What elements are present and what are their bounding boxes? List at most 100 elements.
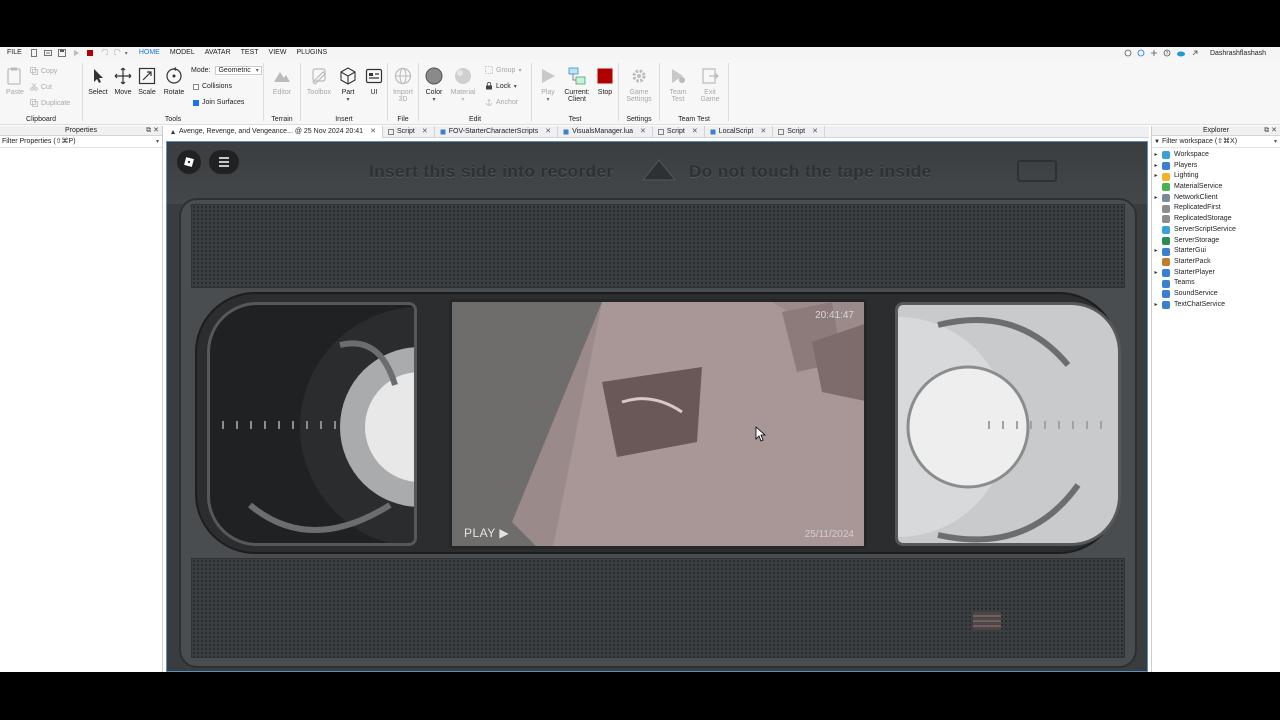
collisions-checkbox[interactable] — [193, 83, 199, 90]
explorer-item[interactable]: Teams — [1152, 278, 1280, 289]
rotate-button[interactable]: Rotate — [162, 67, 186, 96]
user-name[interactable]: Dashrashflashash — [1210, 50, 1266, 57]
explorer-item[interactable]: SoundService — [1152, 289, 1280, 300]
stop-quick-icon[interactable] — [86, 49, 94, 57]
collisions-toggle[interactable]: Collisions — [193, 83, 232, 90]
play-button[interactable]: Play ▾ — [536, 67, 560, 103]
anchor-button[interactable]: Anchor — [485, 98, 518, 106]
color-button[interactable]: Color ▾ — [423, 67, 445, 103]
close-icon[interactable]: ✕ — [153, 127, 159, 134]
part-button[interactable]: Part ▾ — [337, 67, 359, 103]
expand-arrow-icon[interactable]: ▸ — [1152, 300, 1160, 311]
explorer-item[interactable]: ▸ TextChatService — [1152, 300, 1280, 311]
explorer-item[interactable]: ▸ StarterPlayer — [1152, 268, 1280, 279]
move-button[interactable]: Move — [112, 67, 134, 96]
material-button[interactable]: Material ▾ — [449, 67, 477, 103]
save-icon[interactable] — [57, 49, 66, 57]
close-icon[interactable]: ✕ — [812, 126, 818, 138]
close-icon[interactable]: ✕ — [422, 126, 428, 138]
tab-place[interactable]: Avenge, Revenge, and Vengeance... @ 25 N… — [165, 126, 383, 138]
expand-arrow-icon[interactable]: ▸ — [1152, 246, 1160, 257]
tab-view[interactable]: VIEW — [264, 47, 292, 59]
stop-button[interactable]: Stop — [594, 67, 616, 96]
explorer-item[interactable]: StarterPack — [1152, 257, 1280, 268]
explorer-item[interactable]: ▸ Lighting — [1152, 171, 1280, 182]
tab-home[interactable]: HOME — [134, 47, 165, 59]
part-dropdown-icon[interactable]: ▾ — [337, 96, 359, 103]
exit-game-button[interactable]: Exit Game — [696, 67, 724, 103]
toolbox-button[interactable]: Toolbox — [305, 67, 333, 96]
tab-fov-script[interactable]: FOV-StarterCharacterScripts ✕ — [435, 126, 559, 138]
share-icon[interactable] — [1150, 49, 1158, 57]
group-button[interactable]: Group ▾ — [485, 66, 521, 74]
vhs-video-screen[interactable]: 20:41:47 25/11/2024 PLAY ▶ — [449, 299, 867, 549]
terrain-editor-button[interactable]: Editor — [270, 67, 294, 96]
explorer-item[interactable]: ReplicatedFirst — [1152, 203, 1280, 214]
expand-arrow-icon[interactable]: ▸ — [1152, 150, 1160, 161]
mode-selector[interactable]: Mode: Geometric — [191, 66, 262, 75]
settings-share-icon[interactable] — [1191, 49, 1199, 57]
quick-access-dropdown-icon[interactable]: ▾ — [125, 50, 128, 57]
sync-icon[interactable] — [1137, 49, 1145, 57]
explorer-item[interactable]: ▸ Players — [1152, 161, 1280, 172]
roblox-menu-button[interactable] — [177, 150, 201, 174]
game-viewport[interactable]: Insert this side into recorder Do not to… — [166, 141, 1148, 672]
tab-test[interactable]: TEST — [236, 47, 264, 59]
hamburger-menu-button[interactable] — [209, 150, 239, 174]
mode-dropdown[interactable]: Geometric — [215, 66, 262, 75]
team-test-button[interactable]: Team Test — [664, 67, 692, 103]
explorer-item[interactable]: ReplicatedStorage — [1152, 214, 1280, 225]
close-icon[interactable]: ✕ — [692, 126, 698, 138]
play-quick-icon[interactable] — [72, 49, 80, 57]
material-dropdown-icon[interactable]: ▾ — [449, 96, 477, 103]
close-icon[interactable]: ✕ — [640, 126, 646, 138]
expand-arrow-icon[interactable]: ▸ — [1152, 193, 1160, 204]
explorer-filter-input[interactable]: ▼ Filter workspace (⇧⌘X) ▾ — [1152, 136, 1280, 148]
help-icon[interactable]: ? — [1163, 49, 1171, 57]
close-icon[interactable]: ✕ — [760, 126, 766, 138]
join-surfaces-toggle[interactable]: Join Surfaces — [193, 99, 244, 106]
undock-icon[interactable]: ⧉ — [1264, 127, 1269, 134]
explorer-item[interactable]: ServerScriptService — [1152, 225, 1280, 236]
play-dropdown-icon[interactable]: ▾ — [536, 96, 560, 103]
chevron-down-icon[interactable]: ▾ — [1274, 136, 1277, 148]
file-menu[interactable]: FILE — [2, 47, 27, 59]
game-settings-button[interactable]: Game Settings — [623, 67, 655, 103]
redo-icon[interactable] — [113, 49, 122, 57]
scale-button[interactable]: Scale — [136, 67, 158, 96]
tab-script[interactable]: Script ✕ — [383, 126, 435, 138]
expand-arrow-icon[interactable]: ▸ — [1152, 161, 1160, 172]
tab-avatar[interactable]: AVATAR — [200, 47, 236, 59]
lock-button[interactable]: Lock ▾ — [485, 82, 517, 90]
properties-filter-input[interactable]: Filter Properties (⇧⌘P) ▾ — [0, 136, 162, 148]
current-client-button[interactable]: Current: Client — [562, 67, 592, 103]
lock-dropdown-icon[interactable]: ▾ — [514, 83, 517, 90]
expand-arrow-icon[interactable]: ▸ — [1152, 268, 1160, 279]
group-dropdown-icon[interactable]: ▾ — [518, 67, 521, 74]
copy-button[interactable]: Copy — [30, 67, 57, 75]
join-surfaces-checkbox[interactable] — [193, 99, 199, 106]
tab-model[interactable]: MODEL — [165, 47, 200, 59]
paste-button[interactable]: Paste — [4, 67, 26, 96]
explorer-item[interactable]: ▸ Workspace — [1152, 150, 1280, 161]
import-3d-button[interactable]: Import 3D — [391, 67, 415, 103]
close-icon[interactable]: ✕ — [1271, 127, 1277, 134]
tab-script-3[interactable]: Script ✕ — [773, 126, 825, 138]
select-button[interactable]: Select — [87, 67, 109, 96]
explorer-item[interactable]: MaterialService — [1152, 182, 1280, 193]
tab-plugins[interactable]: PLUGINS — [291, 47, 332, 59]
open-file-icon[interactable] — [43, 49, 52, 57]
expand-arrow-icon[interactable]: ▸ — [1152, 171, 1160, 182]
cut-button[interactable]: Cut — [30, 83, 52, 91]
explorer-item[interactable]: ▸ StarterGui — [1152, 246, 1280, 257]
collaborators-icon[interactable] — [1124, 49, 1132, 57]
close-icon[interactable]: ✕ — [545, 126, 551, 138]
tab-local-script[interactable]: LocalScript ✕ — [705, 126, 774, 138]
undo-icon[interactable] — [100, 49, 108, 57]
close-icon[interactable]: ✕ — [370, 126, 376, 138]
chevron-down-icon[interactable]: ▾ — [156, 136, 159, 148]
cloud-icon[interactable] — [1176, 49, 1186, 57]
tab-visuals-manager[interactable]: VisualsManager.lua ✕ — [558, 126, 653, 138]
duplicate-button[interactable]: Duplicate — [30, 99, 70, 107]
ui-button[interactable]: UI — [363, 67, 385, 96]
